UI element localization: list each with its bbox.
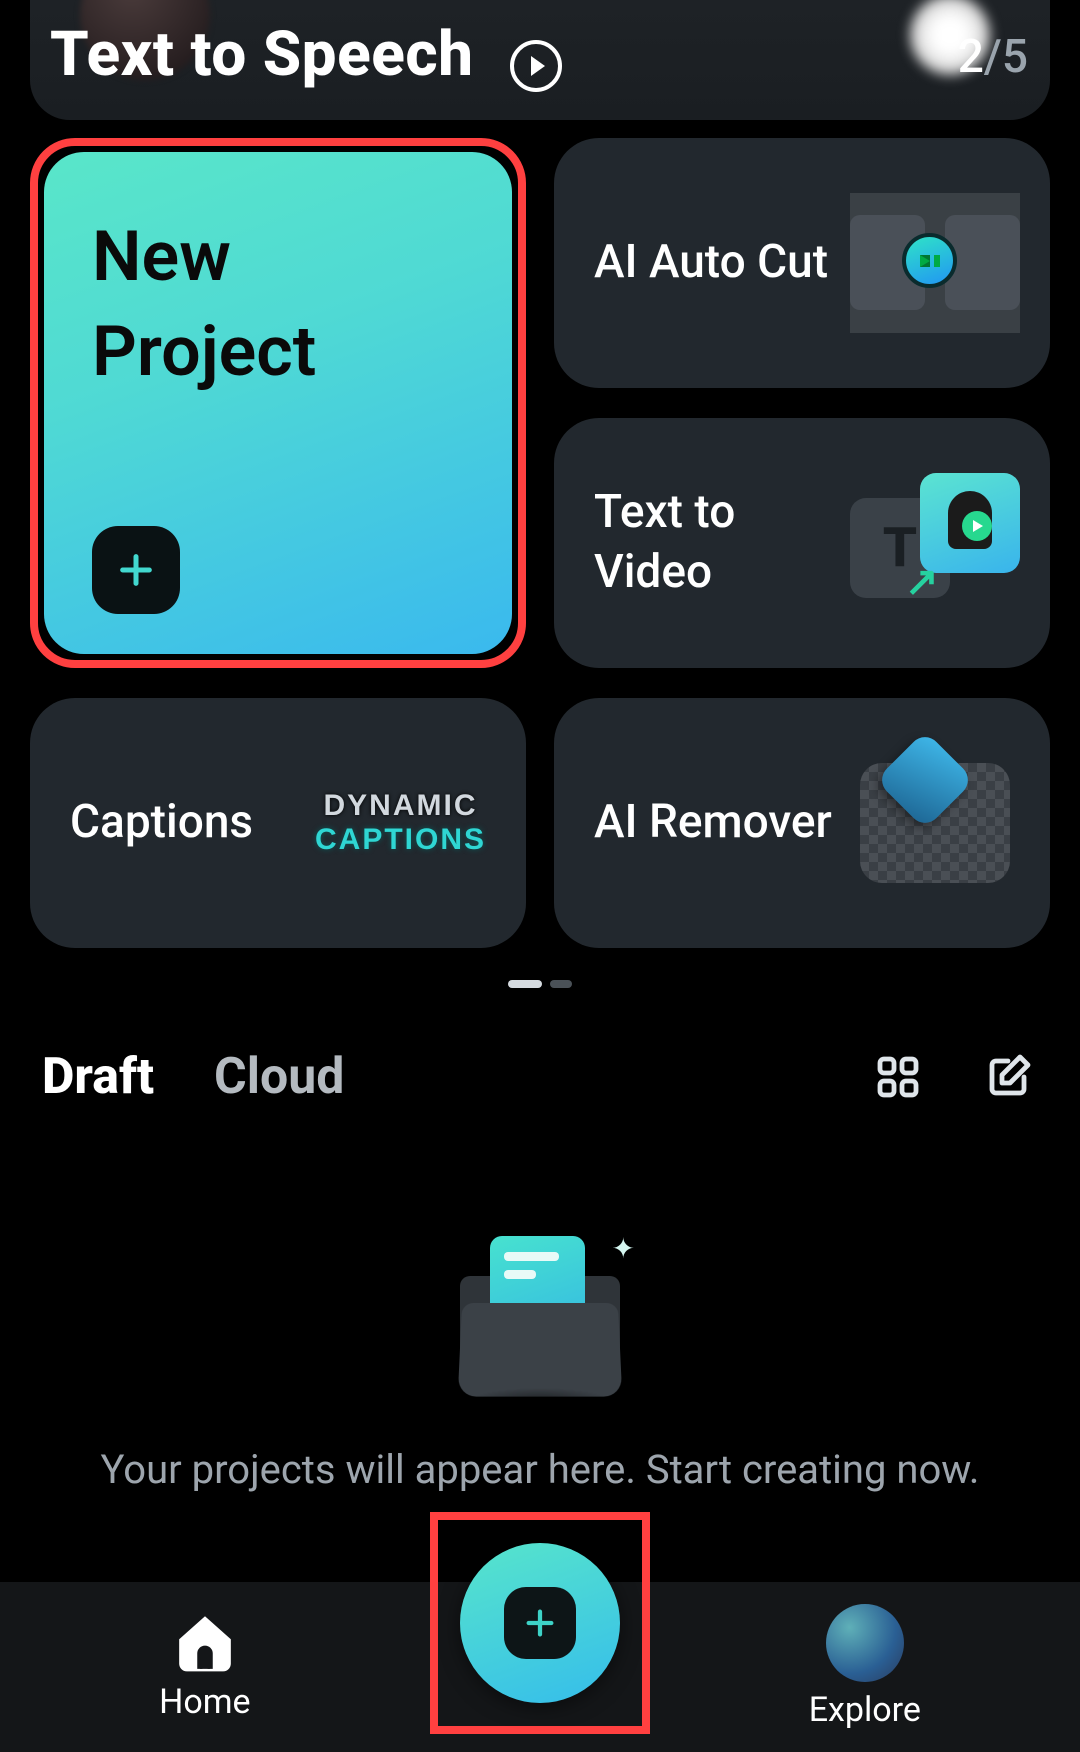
- ai-remover-button[interactable]: AI Remover: [554, 698, 1050, 948]
- captions-button[interactable]: Captions DYNAMIC CAPTIONS: [30, 698, 526, 948]
- new-project-button[interactable]: New Project: [44, 152, 512, 654]
- banner-counter: 2/5: [958, 30, 1028, 84]
- home-icon: [174, 1612, 236, 1674]
- page-indicator: [505, 980, 575, 988]
- grid-view-icon[interactable]: [868, 1053, 928, 1101]
- new-project-label: New Project: [92, 210, 464, 399]
- empty-state: ✦ Your projects will appear here. Start …: [0, 1236, 1080, 1493]
- explore-icon: [826, 1604, 904, 1682]
- card-label: AI Remover: [594, 793, 832, 853]
- new-project-highlight: New Project: [30, 138, 526, 668]
- nav-label: Explore: [809, 1690, 921, 1730]
- empty-message: Your projects will appear here. Start cr…: [0, 1446, 1080, 1493]
- card-label: AI Auto Cut: [594, 233, 828, 293]
- plus-icon: [92, 526, 180, 614]
- empty-folder-icon: ✦: [460, 1236, 620, 1406]
- project-tabs: Draft Cloud: [42, 1048, 1038, 1106]
- card-label: Captions: [70, 793, 253, 853]
- ai-auto-cut-icon: [850, 193, 1020, 333]
- ai-remover-icon: [850, 753, 1020, 893]
- page-dot-active: [508, 980, 542, 988]
- feature-grid: New Project AI Auto Cut Text to Video T↗…: [30, 138, 1050, 948]
- promo-banner[interactable]: Text to Speech 2/5: [30, 0, 1050, 120]
- arrow-right-circle-icon[interactable]: [510, 40, 562, 92]
- text-to-video-icon: T↗: [850, 473, 1020, 613]
- captions-icon: DYNAMIC CAPTIONS: [315, 789, 486, 857]
- create-fab[interactable]: [460, 1543, 620, 1703]
- counter-current: 2: [958, 30, 984, 84]
- nav-home[interactable]: Home: [159, 1612, 251, 1722]
- tab-cloud[interactable]: Cloud: [214, 1048, 344, 1106]
- counter-total: /5: [984, 30, 1028, 84]
- ai-auto-cut-button[interactable]: AI Auto Cut: [554, 138, 1050, 388]
- text-to-video-button[interactable]: Text to Video T↗: [554, 418, 1050, 668]
- nav-explore[interactable]: Explore: [809, 1604, 921, 1730]
- page-dot: [550, 980, 572, 988]
- card-label: Text to Video: [594, 483, 844, 603]
- tab-draft[interactable]: Draft: [42, 1048, 154, 1106]
- nav-label: Home: [159, 1682, 251, 1722]
- edit-icon[interactable]: [978, 1053, 1038, 1101]
- banner-title: Text to Speech: [50, 18, 473, 91]
- plus-icon: [504, 1587, 576, 1659]
- create-fab-highlight: [430, 1512, 650, 1734]
